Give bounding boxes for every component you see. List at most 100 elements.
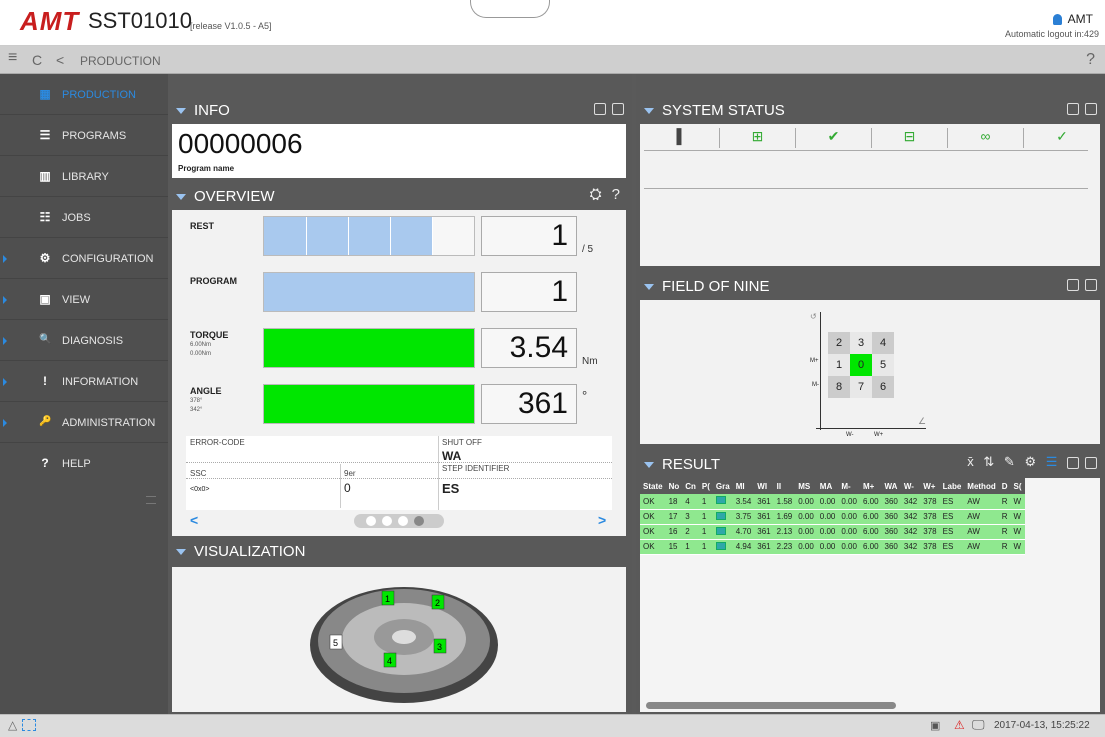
list-icon[interactable]: ☰ xyxy=(1046,454,1058,469)
result-column-header[interactable]: MS xyxy=(795,478,817,494)
maximize-icon[interactable] xyxy=(1085,102,1097,115)
popout-icon[interactable] xyxy=(1067,278,1079,291)
sidebar-item-help[interactable]: ? HELP xyxy=(0,443,168,484)
help-icon: ? xyxy=(41,456,49,470)
graph-icon[interactable] xyxy=(715,526,726,535)
exclamation-icon: ! xyxy=(43,374,47,388)
table-cell xyxy=(712,494,733,510)
table-cell: ES xyxy=(939,524,965,540)
help-icon[interactable]: ? xyxy=(1086,51,1095,69)
collapse-triangle-icon[interactable] xyxy=(176,194,186,201)
result-column-header[interactable]: MI xyxy=(732,478,755,494)
table-cell: 6.00 xyxy=(859,494,882,510)
alert-icon[interactable]: ⚠ xyxy=(954,718,965,732)
sidebar-item-diagnosis[interactable]: 🔍 DIAGNOSIS xyxy=(0,320,168,361)
sidebar-item-administration[interactable]: 🔑 ADMINISTRATION xyxy=(0,402,168,443)
back-icon[interactable]: < xyxy=(56,52,64,68)
table-cell: 342 xyxy=(900,539,921,555)
maximize-icon[interactable] xyxy=(1085,278,1097,291)
menu-icon[interactable]: ≡ xyxy=(8,49,17,67)
selection-icon[interactable] xyxy=(22,719,36,731)
result-column-header[interactable]: WA xyxy=(881,478,901,494)
collapse-triangle-icon[interactable] xyxy=(644,108,654,115)
result-column-header[interactable]: M+ xyxy=(859,478,882,494)
result-column-header[interactable]: P( xyxy=(698,478,713,494)
collapse-triangle-icon[interactable] xyxy=(176,108,186,115)
result-column-header[interactable]: M- xyxy=(838,478,860,494)
monitor-icon: 🖵 xyxy=(972,717,985,732)
sidebar-item-jobs[interactable]: ☷ JOBS xyxy=(0,197,168,238)
result-column-header[interactable]: Labe xyxy=(939,478,965,494)
table-cell: 15 xyxy=(665,539,683,555)
refresh-icon[interactable]: C xyxy=(32,52,42,68)
angle-max: 378° xyxy=(190,398,203,404)
table-row[interactable]: OK 16 2 1 4.70 361 2.13 0.00 0.00 0.00 6.00 360 342 3… xyxy=(640,524,1025,540)
table-cell: AW xyxy=(964,524,999,540)
sidebar-item-information[interactable]: ! INFORMATION xyxy=(0,361,168,402)
table-cell: 342 xyxy=(900,494,921,510)
result-column-header[interactable]: II xyxy=(773,478,796,494)
popout-icon[interactable] xyxy=(1067,102,1079,115)
result-column-header[interactable]: Gra xyxy=(712,478,733,494)
popout-icon[interactable] xyxy=(1067,456,1079,469)
maximize-icon[interactable] xyxy=(1085,456,1097,469)
settings-icon[interactable]: ⚙ xyxy=(1024,454,1036,469)
result-column-header[interactable]: Cn xyxy=(682,478,699,494)
result-title: RESULT xyxy=(644,456,720,473)
user-menu[interactable]: AMT xyxy=(1052,12,1093,26)
collapse-handle-icon[interactable] xyxy=(146,496,156,504)
mean-icon[interactable]: x̄ xyxy=(967,454,974,469)
graph-icon[interactable] xyxy=(715,511,726,520)
table-cell: 4 xyxy=(682,494,699,510)
graph-icon[interactable] xyxy=(715,496,726,505)
sort-icon[interactable]: ⇅ xyxy=(983,454,994,469)
result-column-header[interactable]: State xyxy=(640,478,666,494)
table-cell: R xyxy=(998,494,1011,510)
header: AMT SST01010 [release V1.0.5 - A5] AMT A… xyxy=(0,0,1105,46)
pull-down-handle[interactable] xyxy=(470,0,550,18)
sidebar-item-production[interactable]: ▦ PRODUCTION xyxy=(0,74,168,115)
table-row[interactable]: OK 18 4 1 3.54 361 1.58 0.00 0.00 0.00 6.00 360 342 3… xyxy=(640,494,1025,510)
table-cell: 4.70 xyxy=(732,524,755,540)
torque-label: TORQUE xyxy=(190,330,229,340)
result-column-header[interactable]: W+ xyxy=(920,478,940,494)
maximize-icon[interactable] xyxy=(612,102,624,115)
popout-icon[interactable] xyxy=(594,102,606,115)
sidebar-label: JOBS xyxy=(62,212,91,224)
y-axis xyxy=(820,312,821,430)
sidebar-item-view[interactable]: ▣ VIEW xyxy=(0,279,168,320)
table-cell: 378 xyxy=(920,524,940,540)
collapse-triangle-icon[interactable] xyxy=(176,549,186,556)
table-cell: 378 xyxy=(920,539,940,555)
next-page-icon[interactable]: > xyxy=(598,512,606,528)
marker-label: 4 xyxy=(387,656,392,666)
table-cell: W xyxy=(1010,539,1025,555)
sidebar-item-configuration[interactable]: ⚙ CONFIGURATION xyxy=(0,238,168,279)
help-icon[interactable]: ? xyxy=(612,186,620,203)
result-column-header[interactable]: No xyxy=(665,478,683,494)
table-cell xyxy=(712,539,733,555)
sidebar-item-programs[interactable]: ☰ PROGRAMS xyxy=(0,115,168,156)
settings-cursor-icon[interactable]: ⛭ xyxy=(590,186,602,203)
collapse-triangle-icon[interactable] xyxy=(644,284,654,291)
table-row[interactable]: OK 15 1 1 4.94 361 2.23 0.00 0.00 0.00 6.00 360 342 3… xyxy=(640,539,1025,555)
table-row[interactable]: OK 17 3 1 3.75 361 1.69 0.00 0.00 0.00 6.00 360 342 3… xyxy=(640,509,1025,525)
graph-icon[interactable] xyxy=(715,541,726,550)
result-column-header[interactable]: MA xyxy=(816,478,839,494)
collapse-triangle-icon[interactable] xyxy=(644,462,654,469)
result-column-header[interactable]: S( xyxy=(1010,478,1025,494)
result-column-header[interactable]: D xyxy=(998,478,1011,494)
prev-page-icon[interactable]: < xyxy=(190,512,198,528)
field-of-nine-body: ↺ ∠ M+ M- W- W+ 2 3 4 1 0 5 8 7 6 xyxy=(640,300,1100,444)
edit-icon[interactable]: ✎ xyxy=(1004,454,1015,469)
system-status-title-text: SYSTEM STATUS xyxy=(662,102,785,119)
horizontal-scrollbar[interactable] xyxy=(646,702,896,709)
result-column-header[interactable]: WI xyxy=(754,478,774,494)
table-cell: 0.00 xyxy=(795,494,817,510)
result-column-header[interactable]: Method xyxy=(964,478,999,494)
error-code-label: ERROR-CODE xyxy=(190,438,245,447)
result-column-header[interactable]: W- xyxy=(900,478,921,494)
page-indicator[interactable] xyxy=(354,514,444,528)
production-icon: ▦ xyxy=(39,87,51,101)
sidebar-item-library[interactable]: ▥ LIBRARY xyxy=(0,156,168,197)
